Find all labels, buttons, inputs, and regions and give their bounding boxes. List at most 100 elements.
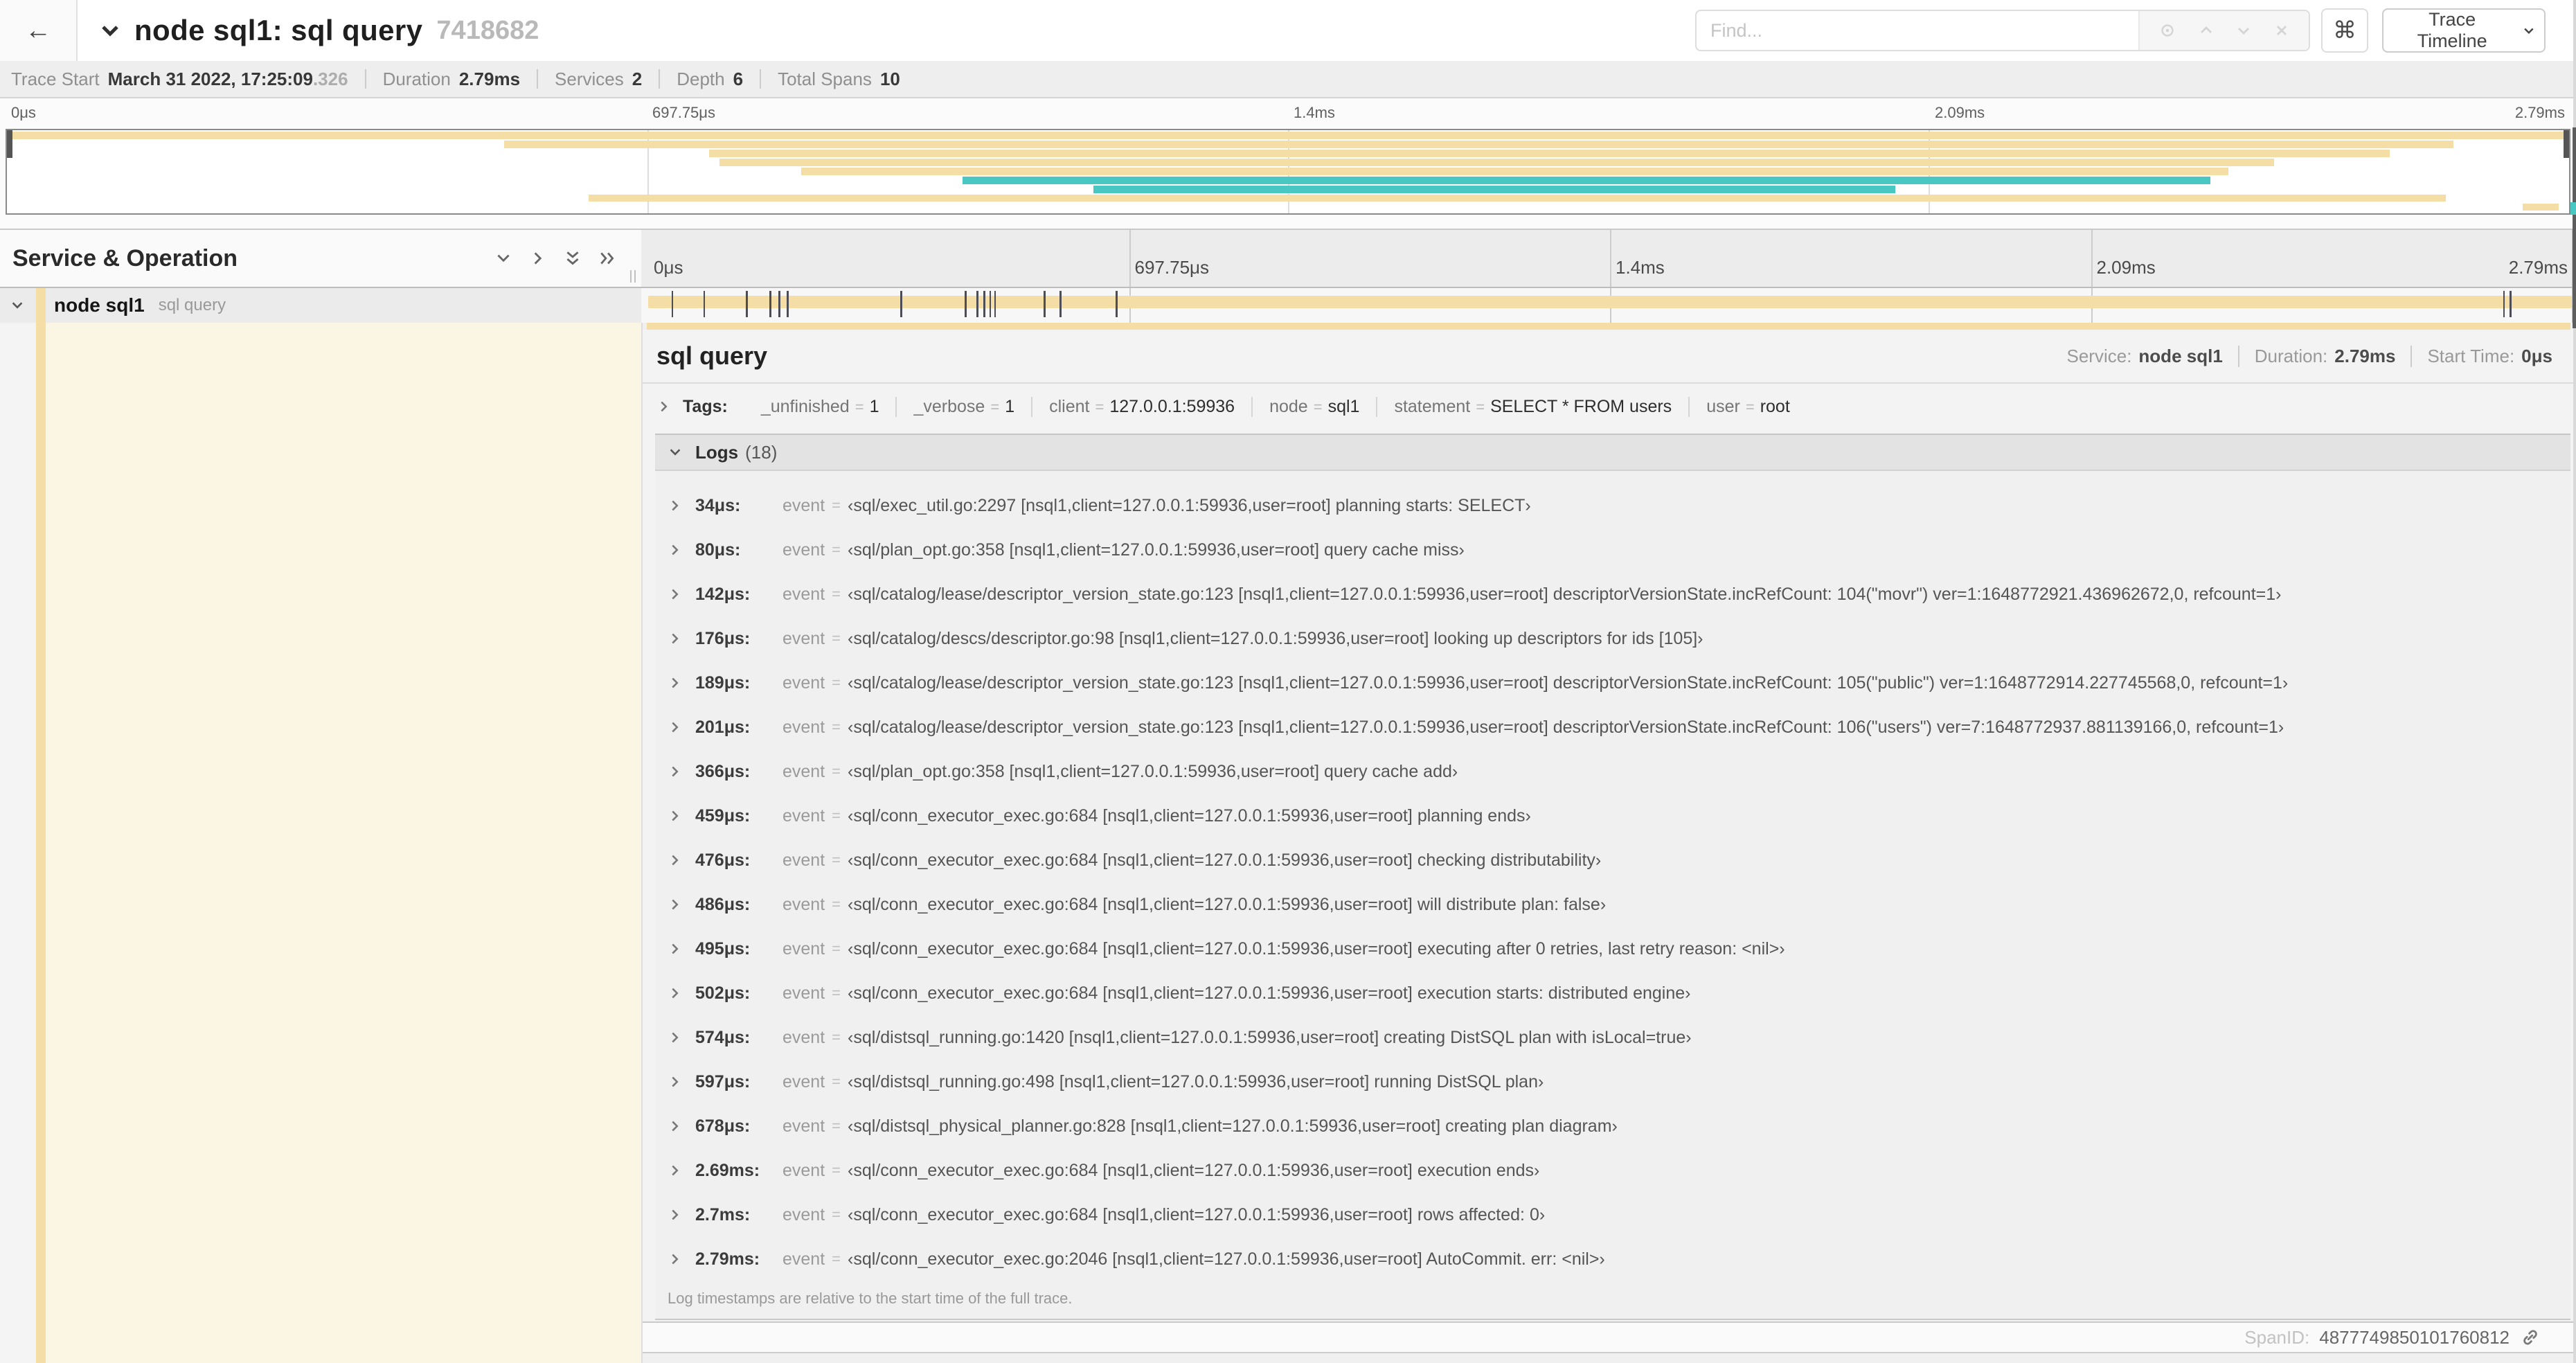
- tag-item: user = root: [1688, 396, 1807, 417]
- log-expand-chevron-icon[interactable]: [668, 587, 683, 602]
- logs-footnote: Log timestamps are relative to the start…: [655, 1281, 2570, 1319]
- keyboard-shortcuts-button[interactable]: ⌘: [2321, 8, 2368, 53]
- log-expand-chevron-icon[interactable]: [668, 986, 683, 1001]
- expand-all-icon[interactable]: [564, 249, 582, 267]
- minimap-scroll-indicator[interactable]: [2573, 127, 2576, 328]
- log-equals: =: [832, 807, 841, 824]
- tag-value: SELECT * FROM users: [1490, 396, 1672, 416]
- find-input[interactable]: [1697, 11, 2138, 50]
- log-expand-chevron-icon[interactable]: [668, 1163, 683, 1178]
- view-selector-button[interactable]: Trace Timeline: [2382, 8, 2546, 53]
- log-expand-chevron-icon[interactable]: [668, 720, 683, 735]
- log-expand-chevron-icon[interactable]: [668, 1119, 683, 1134]
- operation-name: sql query: [158, 296, 226, 314]
- logs-accordion: Logs (18) 34μs: event = ‹sql/exec_util.go:2…: [655, 434, 2570, 1320]
- log-row[interactable]: 597μs: event = ‹sql/distsql_running.go:498 …: [655, 1060, 2570, 1104]
- log-row[interactable]: 502μs: event = ‹sql/conn_executor_exec.go:6…: [655, 971, 2570, 1015]
- tag-item: statement = SELECT * FROM users: [1376, 396, 1688, 417]
- log-equals: =: [832, 851, 841, 868]
- detail-row-gutter: [0, 323, 36, 1363]
- back-button[interactable]: ←: [0, 0, 78, 61]
- log-value: ‹sql/exec_util.go:2297 [nsql1,client=127…: [848, 495, 1531, 515]
- timeline-gridline: [1610, 230, 1611, 287]
- log-row[interactable]: 189μs: event = ‹sql/catalog/lease/descripto…: [655, 661, 2570, 705]
- tag-item: node = sql1: [1251, 396, 1376, 417]
- log-row[interactable]: 678μs: event = ‹sql/distsql_physical_planne…: [655, 1104, 2570, 1148]
- minimap-span-bar: [588, 194, 2447, 202]
- log-expand-chevron-icon[interactable]: [668, 542, 683, 558]
- log-expand-chevron-icon[interactable]: [668, 941, 683, 956]
- log-marker-tick: [983, 291, 985, 317]
- minimap-left-drag-handle[interactable]: [7, 130, 12, 158]
- log-value: ‹sql/catalog/lease/descriptor_version_st…: [848, 584, 2282, 604]
- span-collapse-chevron-icon[interactable]: [10, 298, 25, 313]
- minimap-canvas[interactable]: [6, 129, 2570, 215]
- span-duration-bar[interactable]: [648, 296, 2572, 308]
- tag-key: statement: [1394, 396, 1471, 416]
- log-expand-chevron-icon[interactable]: [668, 1207, 683, 1222]
- clear-search-icon[interactable]: [2271, 19, 2293, 42]
- trace-collapse-chevron-icon[interactable]: [100, 20, 120, 41]
- log-expand-chevron-icon[interactable]: [668, 498, 683, 513]
- log-expand-chevron-icon[interactable]: [668, 1030, 683, 1045]
- log-row[interactable]: 142μs: event = ‹sql/catalog/lease/descripto…: [655, 572, 2570, 616]
- log-field-name: event: [782, 1027, 825, 1047]
- collapse-all-icon[interactable]: [598, 249, 616, 267]
- log-expand-chevron-icon[interactable]: [668, 1074, 683, 1089]
- log-row[interactable]: 176μs: event = ‹sql/catalog/descs/descripto…: [655, 616, 2570, 661]
- log-expand-chevron-icon[interactable]: [668, 1251, 683, 1267]
- span-bar-cell[interactable]: [641, 288, 2576, 323]
- log-value: ‹sql/distsql_running.go:498 [nsql1,clien…: [848, 1071, 1544, 1092]
- log-row[interactable]: 201μs: event = ‹sql/catalog/lease/descripto…: [655, 705, 2570, 749]
- log-row[interactable]: 2.69ms: event = ‹sql/conn_executor_exec.go:…: [655, 1148, 2570, 1193]
- log-value: ‹sql/conn_executor_exec.go:684 [nsql1,cl…: [848, 983, 1691, 1003]
- tag-value: root: [1760, 396, 1790, 416]
- log-row[interactable]: 486μs: event = ‹sql/conn_executor_exec.go:6…: [655, 882, 2570, 927]
- expand-one-icon[interactable]: [494, 249, 512, 267]
- meta-value: 0μs: [2521, 345, 2552, 366]
- log-value: ‹sql/conn_executor_exec.go:684 [nsql1,cl…: [848, 1160, 1540, 1180]
- log-value: ‹sql/conn_executor_exec.go:684 [nsql1,cl…: [848, 805, 1531, 826]
- span-row-node-sql1[interactable]: node sql1 sql query: [0, 288, 2576, 323]
- logs-header[interactable]: Logs (18): [655, 435, 2570, 471]
- logs-collapse-chevron-icon[interactable]: [668, 445, 683, 460]
- log-expand-chevron-icon[interactable]: [668, 675, 683, 691]
- log-equals: =: [832, 718, 841, 736]
- log-expand-chevron-icon[interactable]: [668, 631, 683, 646]
- locate-icon[interactable]: [2156, 19, 2179, 42]
- minimap-tick-label: 697.75μs: [652, 104, 715, 121]
- deep-link-icon[interactable]: [2521, 1328, 2540, 1347]
- log-row[interactable]: 366μs: event = ‹sql/plan_opt.go:358 [nsql1,…: [655, 749, 2570, 794]
- span-row-name-cell[interactable]: node sql1 sql query: [0, 288, 641, 323]
- log-expand-chevron-icon[interactable]: [668, 897, 683, 912]
- log-expand-chevron-icon[interactable]: [668, 808, 683, 823]
- next-result-icon[interactable]: [2233, 19, 2255, 42]
- log-equals: =: [832, 896, 841, 913]
- log-timestamp: 189μs:: [695, 672, 751, 693]
- log-row[interactable]: 2.7ms: event = ‹sql/conn_executor_exec.go:6…: [655, 1193, 2570, 1237]
- minimap-span-bar: [801, 168, 2228, 175]
- log-row[interactable]: 80μs: event = ‹sql/plan_opt.go:358 [nsql1,c…: [655, 528, 2570, 572]
- log-timestamp: 486μs:: [695, 894, 751, 914]
- timeline-tick-label: 2.79ms: [2508, 257, 2568, 278]
- tags-list: _unfinished = 1 _verbose = 1 client = 127.0.0.1:…: [744, 396, 1807, 417]
- log-row[interactable]: 34μs: event = ‹sql/exec_util.go:2297 [nsql1…: [655, 483, 2570, 528]
- log-row[interactable]: 2.79ms: event = ‹sql/conn_executor_exec.go:…: [655, 1237, 2570, 1281]
- log-expand-chevron-icon[interactable]: [668, 853, 683, 868]
- log-expand-chevron-icon[interactable]: [668, 764, 683, 779]
- summary-label: Trace Start: [11, 69, 100, 89]
- log-value: ‹sql/conn_executor_exec.go:2046 [nsql1,c…: [848, 1249, 1605, 1269]
- tags-expand-chevron-icon[interactable]: [656, 399, 672, 414]
- collapse-one-icon[interactable]: [529, 249, 547, 267]
- previous-result-icon[interactable]: [2195, 19, 2217, 42]
- log-row[interactable]: 495μs: event = ‹sql/conn_executor_exec.go:6…: [655, 927, 2570, 971]
- column-resizer-grip[interactable]: [630, 270, 636, 283]
- tags-accordion[interactable]: Tags: _unfinished = 1 _verbose = 1 client = 127.…: [643, 384, 2576, 429]
- log-row[interactable]: 574μs: event = ‹sql/distsql_running.go:1420…: [655, 1015, 2570, 1060]
- minimap-right-drag-handle[interactable]: [2564, 130, 2569, 158]
- timeline-tick-label: 697.75μs: [1134, 257, 1210, 278]
- log-row[interactable]: 476μs: event = ‹sql/conn_executor_exec.go:6…: [655, 838, 2570, 882]
- log-row[interactable]: 459μs: event = ‹sql/conn_executor_exec.go:6…: [655, 794, 2570, 838]
- log-field-name: event: [782, 584, 825, 604]
- tag-equals: =: [1313, 398, 1323, 416]
